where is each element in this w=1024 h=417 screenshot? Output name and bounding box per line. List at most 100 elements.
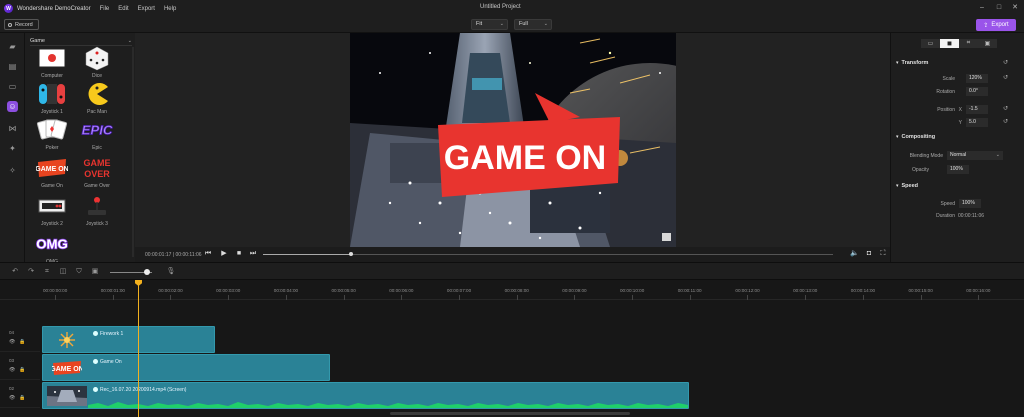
scrubber-handle[interactable] bbox=[349, 252, 354, 256]
redo-icon[interactable]: ↷ bbox=[26, 267, 36, 277]
reset-icon[interactable]: ↺ bbox=[1003, 105, 1008, 112]
recording-thumbnail bbox=[47, 386, 87, 406]
eye-icon[interactable]: 👁 bbox=[9, 395, 15, 401]
export-label: Export bbox=[991, 22, 1009, 28]
transform-section[interactable]: ▾ Transform bbox=[896, 60, 928, 66]
time-ruler[interactable]: 00:00:00:00 00:00:01:00 00:00:02:00 00:00:0… bbox=[0, 280, 1024, 300]
crop-icon[interactable]: ⌗ bbox=[42, 267, 52, 277]
menu-edit[interactable]: Edit bbox=[118, 6, 128, 12]
sticker-joystick-2[interactable]: Joystick 2 bbox=[32, 193, 72, 227]
stop-icon[interactable]: ■ bbox=[235, 250, 243, 258]
timeline-toolbar: ↶ ↷ ⌗ ◫ ⛉ ▣ 🎙 bbox=[0, 262, 1024, 280]
microphone-icon[interactable]: 🎙 bbox=[166, 267, 176, 277]
y-label: Y bbox=[958, 120, 962, 126]
sticker-game-over[interactable]: GAME OVER Game Over bbox=[77, 155, 117, 189]
eye-icon[interactable]: 👁 bbox=[9, 339, 15, 345]
split-icon[interactable]: ◫ bbox=[58, 267, 68, 277]
reset-icon[interactable]: ↺ bbox=[1003, 118, 1008, 125]
ruler-tick-label: 00:00:05:00 bbox=[331, 288, 356, 293]
close-icon[interactable]: ✕ bbox=[1009, 3, 1021, 13]
menu-export[interactable]: Export bbox=[138, 6, 155, 12]
video-canvas[interactable]: GAME ON bbox=[350, 33, 676, 247]
sticker-joystick-3[interactable]: Joystick 3 bbox=[77, 193, 117, 227]
position-y-input[interactable]: 5.0 bbox=[966, 118, 988, 127]
ruler-tick-mark bbox=[747, 295, 749, 300]
undo-icon[interactable]: ↶ bbox=[10, 267, 20, 277]
timeline-scrollbar[interactable] bbox=[390, 412, 630, 415]
clip-screen-recording[interactable]: Rec_16.07.20 20200914.mp4 (Screen) bbox=[42, 382, 689, 409]
ruler-tick-mark bbox=[112, 295, 114, 300]
clip-label: Game On bbox=[93, 359, 122, 365]
track-number: 02 bbox=[9, 386, 15, 391]
record-button[interactable]: Record bbox=[4, 19, 39, 30]
library-scrollbar[interactable] bbox=[132, 47, 134, 257]
sticker-pac-man[interactable]: Pac Man bbox=[77, 81, 117, 115]
clip-label: Firework 1 bbox=[93, 331, 123, 337]
playhead[interactable] bbox=[138, 280, 139, 417]
ruler-tick-label: 00:00:01:00 bbox=[100, 288, 125, 293]
fit-value: Fit bbox=[476, 21, 483, 27]
rotation-input[interactable]: 0.0° bbox=[966, 87, 988, 96]
folder-icon[interactable]: ▰ bbox=[7, 41, 18, 52]
marker-icon[interactable]: ⛉ bbox=[74, 267, 84, 277]
sticker-omg[interactable]: OMG OMG bbox=[32, 231, 72, 265]
eye-icon[interactable]: 👁 bbox=[9, 367, 15, 373]
caption-icon[interactable]: ▭ bbox=[7, 81, 18, 92]
opacity-input[interactable]: 100% bbox=[947, 165, 969, 174]
play-icon[interactable]: ▶ bbox=[220, 250, 228, 258]
quality-select[interactable]: Full ⌄ bbox=[514, 19, 552, 30]
effects-icon[interactable]: ✦ bbox=[7, 143, 18, 154]
step-forward-icon[interactable]: ⏭ bbox=[249, 250, 257, 258]
tab-video-icon[interactable]: ▭ bbox=[921, 39, 940, 48]
transition-icon[interactable]: ⋈ bbox=[7, 123, 18, 134]
tab-sticker-icon[interactable]: ◼ bbox=[940, 39, 959, 48]
sticker-poker[interactable]: Poker bbox=[32, 117, 72, 151]
ruler-tick-label: 00:00:03:00 bbox=[216, 288, 241, 293]
compositing-section[interactable]: ▾ Compositing bbox=[896, 134, 935, 140]
ruler-tick-mark bbox=[516, 295, 518, 300]
magic-icon[interactable]: ✧ bbox=[7, 165, 18, 176]
ruler-tick-mark bbox=[920, 295, 922, 300]
tab-caption-icon[interactable]: ▣ bbox=[978, 39, 997, 48]
playback-scrubber[interactable] bbox=[263, 252, 833, 256]
audio-waveform bbox=[88, 402, 688, 408]
zoom-slider-handle[interactable] bbox=[144, 269, 150, 275]
ruler-tick-label: 00:00:16:00 bbox=[966, 288, 991, 293]
svg-text:GAME: GAME bbox=[84, 158, 111, 168]
reset-icon[interactable]: ↺ bbox=[1003, 59, 1008, 66]
sticker-joystick-1[interactable]: Joystick 1 bbox=[32, 81, 72, 115]
sticker-game-on[interactable]: GAME ON Game On bbox=[32, 155, 72, 189]
sticker-icon[interactable]: ☺ bbox=[7, 101, 18, 112]
menu-help[interactable]: Help bbox=[164, 6, 176, 12]
clip-game-on[interactable]: GAME ON Game On bbox=[42, 354, 330, 381]
property-tabs: ▭ ◼ ⌗ ▣ bbox=[921, 39, 997, 48]
current-time: 00:00:01:17 bbox=[145, 252, 172, 258]
scale-input[interactable]: 120% bbox=[966, 74, 988, 83]
volume-icon[interactable]: 🔈 bbox=[850, 250, 859, 258]
blending-mode-select[interactable]: Normal ⌄ bbox=[947, 151, 1003, 160]
lock-icon[interactable]: 🔒 bbox=[19, 339, 25, 345]
sticker-epic[interactable]: EPIC Epic bbox=[77, 117, 117, 151]
sticker-dice[interactable]: Dice bbox=[77, 45, 117, 79]
maximize-icon[interactable]: □ bbox=[993, 3, 1005, 13]
menu-file[interactable]: File bbox=[100, 6, 110, 12]
speed-section[interactable]: ▾ Speed bbox=[896, 183, 918, 189]
sticker-computer[interactable]: Computer bbox=[32, 45, 72, 79]
lock-icon[interactable]: 🔒 bbox=[19, 367, 25, 373]
step-back-icon[interactable]: ⏮ bbox=[204, 250, 212, 258]
film-icon[interactable]: ▤ bbox=[7, 61, 18, 72]
position-x-input[interactable]: -1.5 bbox=[966, 105, 988, 114]
lock-icon[interactable]: 🔒 bbox=[19, 395, 25, 401]
snapshot-icon[interactable]: ◘ bbox=[865, 250, 873, 258]
fit-select[interactable]: Fit ⌄ bbox=[471, 19, 508, 30]
clip-firework[interactable]: Firework 1 bbox=[42, 326, 215, 353]
fullscreen-icon[interactable]: ⛶ bbox=[879, 250, 887, 258]
reset-icon[interactable]: ↺ bbox=[1003, 74, 1008, 81]
app-logo-icon: W bbox=[4, 4, 13, 13]
ruler-tick-mark bbox=[170, 295, 172, 300]
speed-input[interactable]: 100% bbox=[959, 199, 981, 208]
minimize-icon[interactable]: – bbox=[976, 3, 988, 13]
caption-tool-icon[interactable]: ▣ bbox=[90, 267, 100, 277]
export-button[interactable]: ⇪ Export bbox=[976, 19, 1016, 31]
tab-cursor-icon[interactable]: ⌗ bbox=[959, 39, 978, 48]
